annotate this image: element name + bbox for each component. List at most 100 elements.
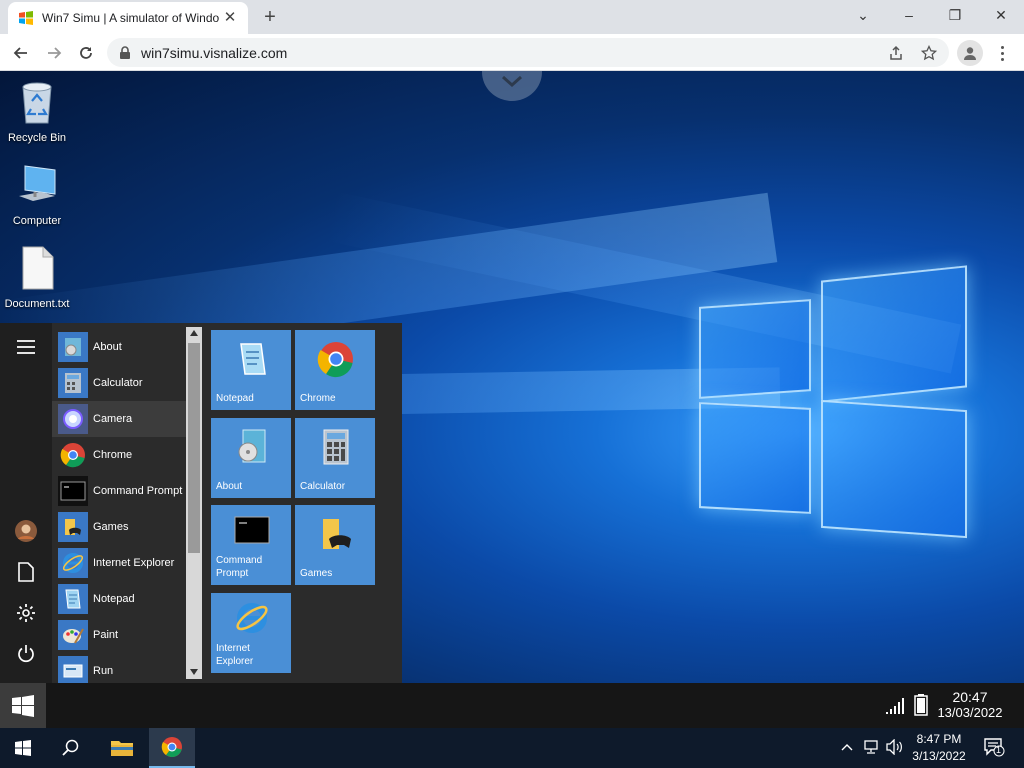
computer-icon [19,165,56,201]
notepad-icon [58,584,88,614]
chrome-icon [161,737,182,758]
app-list-item-notepad[interactable]: Notepad [52,581,186,617]
show-hidden-icons-chevron-icon[interactable] [838,738,856,756]
tile-label: Chrome [300,393,336,404]
chrome-taskbar-button[interactable] [149,728,195,768]
tile-internet-explorer[interactable]: Internet Explorer [211,593,291,673]
notification-count-badge: 1 [996,745,1002,755]
run-icon [58,656,88,686]
start-button[interactable] [0,728,46,768]
app-list-item-paint[interactable]: Paint [52,617,186,653]
document-icon [22,246,54,290]
tile-games[interactable]: Games [295,505,375,585]
power-icon[interactable] [12,640,40,668]
app-list-item-games[interactable]: Games [52,509,186,545]
pull-down-toggle[interactable] [482,71,542,101]
scrollbar-thumb[interactable] [188,343,200,553]
command-prompt-icon [234,516,270,544]
tab-search-chevron-icon[interactable]: ⌄ [840,0,886,30]
signal-strength-icon[interactable] [885,696,907,714]
volume-icon[interactable] [886,738,904,756]
calculator-icon [58,368,88,398]
tile-label: Notepad [216,393,254,404]
desktop-icon-computer[interactable]: Computer [0,162,74,227]
search-button[interactable] [48,728,94,768]
logo-pane [821,265,967,403]
app-list-item-chrome[interactable]: Chrome [52,437,186,473]
reload-icon [80,47,92,59]
app-label: Internet Explorer [93,557,175,569]
about-icon [58,332,88,362]
windows-logo-icon [15,740,31,756]
scroll-up-arrow-icon[interactable] [190,330,198,336]
new-tab-button[interactable]: + [258,5,282,29]
app-list: About Calculator Camera Chrome Command P… [52,329,186,689]
file-explorer-button[interactable] [99,728,145,768]
battery-icon[interactable] [914,694,928,716]
taskbar: 8:47 PM 3/13/2022 1 [0,728,1024,768]
share-icon[interactable] [886,44,906,62]
desktop-icon-document[interactable]: Document.txt [0,245,74,310]
browser-tab[interactable]: Win7 Simu | A simulator of Windo ✕ [8,2,248,34]
action-center-icon[interactable]: 1 [983,738,1005,757]
about-icon [238,429,266,463]
calculator-icon [323,429,349,465]
back-arrow-icon [13,47,27,59]
scroll-down-arrow-icon[interactable] [190,669,198,675]
back-button[interactable] [8,40,34,66]
taskbar-clock-time: 8:47 PM [916,732,962,746]
search-icon [62,739,79,756]
address-bar[interactable]: win7simu.visnalize.com [107,38,949,67]
app-list-item-calculator[interactable]: Calculator [52,365,186,401]
desktop[interactable]: Recycle Bin Computer Document.txt About … [0,71,1024,728]
restore-button[interactable]: ❐ [932,0,978,30]
app-list-item-camera[interactable]: Camera [52,401,186,437]
command-prompt-icon [58,476,88,506]
browser-toolbar: win7simu.visnalize.com [0,34,1024,71]
app-label: Games [93,521,129,533]
user-avatar-icon[interactable] [12,517,40,545]
tile-label: Internet Explorer [216,643,254,667]
settings-gear-icon[interactable] [12,599,40,627]
tile-command-prompt[interactable]: Command Prompt [211,505,291,585]
app-list-scrollbar[interactable] [186,327,202,679]
windows-wallpaper-logo [695,265,970,539]
profile-avatar-icon[interactable] [957,40,983,66]
logo-pane [821,399,967,539]
sim-start-button[interactable] [0,683,46,728]
desktop-icon-label: Recycle Bin [7,132,67,144]
bookmark-star-icon[interactable] [919,44,939,62]
reload-button[interactable] [73,40,99,66]
tab-close-icon[interactable]: ✕ [222,10,238,26]
lock-icon [120,45,130,59]
folder-icon [111,741,133,756]
sim-clock[interactable]: 20:47 13/03/2022 [930,690,1010,721]
paint-icon [58,620,88,650]
app-label: Calculator [93,377,143,389]
app-label: About [93,341,122,353]
recycle-bin-icon [22,82,52,124]
close-window-button[interactable]: ✕ [978,0,1024,30]
tile-label: Games [300,568,333,579]
browser-tab-strip: Win7 Simu | A simulator of Windo ✕ + ⌄ –… [0,0,1024,34]
app-list-item-command-prompt[interactable]: Command Prompt [52,473,186,509]
tile-chrome[interactable]: Chrome [295,330,375,410]
forward-button[interactable] [41,40,67,66]
network-icon[interactable] [862,738,880,756]
tile-calculator[interactable]: Calculator [295,418,375,498]
app-label: Paint [93,629,119,641]
browser-menu-icon[interactable] [992,42,1012,64]
hamburger-menu-icon[interactable] [12,333,40,361]
documents-icon[interactable] [12,558,40,586]
app-list-item-internet-explorer[interactable]: Internet Explorer [52,545,186,581]
chrome-icon [58,440,88,470]
tile-about[interactable]: About [211,418,291,498]
app-list-item-about[interactable]: About [52,329,186,365]
logo-pane [699,299,811,399]
tile-notepad[interactable]: Notepad [211,330,291,410]
start-menu: About Calculator Camera Chrome Command P… [0,323,402,686]
logo-pane [699,402,811,514]
desktop-icon-recycle-bin[interactable]: Recycle Bin [0,79,74,144]
minimize-button[interactable]: – [886,0,932,30]
taskbar-clock[interactable]: 8:47 PM 3/13/2022 [905,731,973,765]
